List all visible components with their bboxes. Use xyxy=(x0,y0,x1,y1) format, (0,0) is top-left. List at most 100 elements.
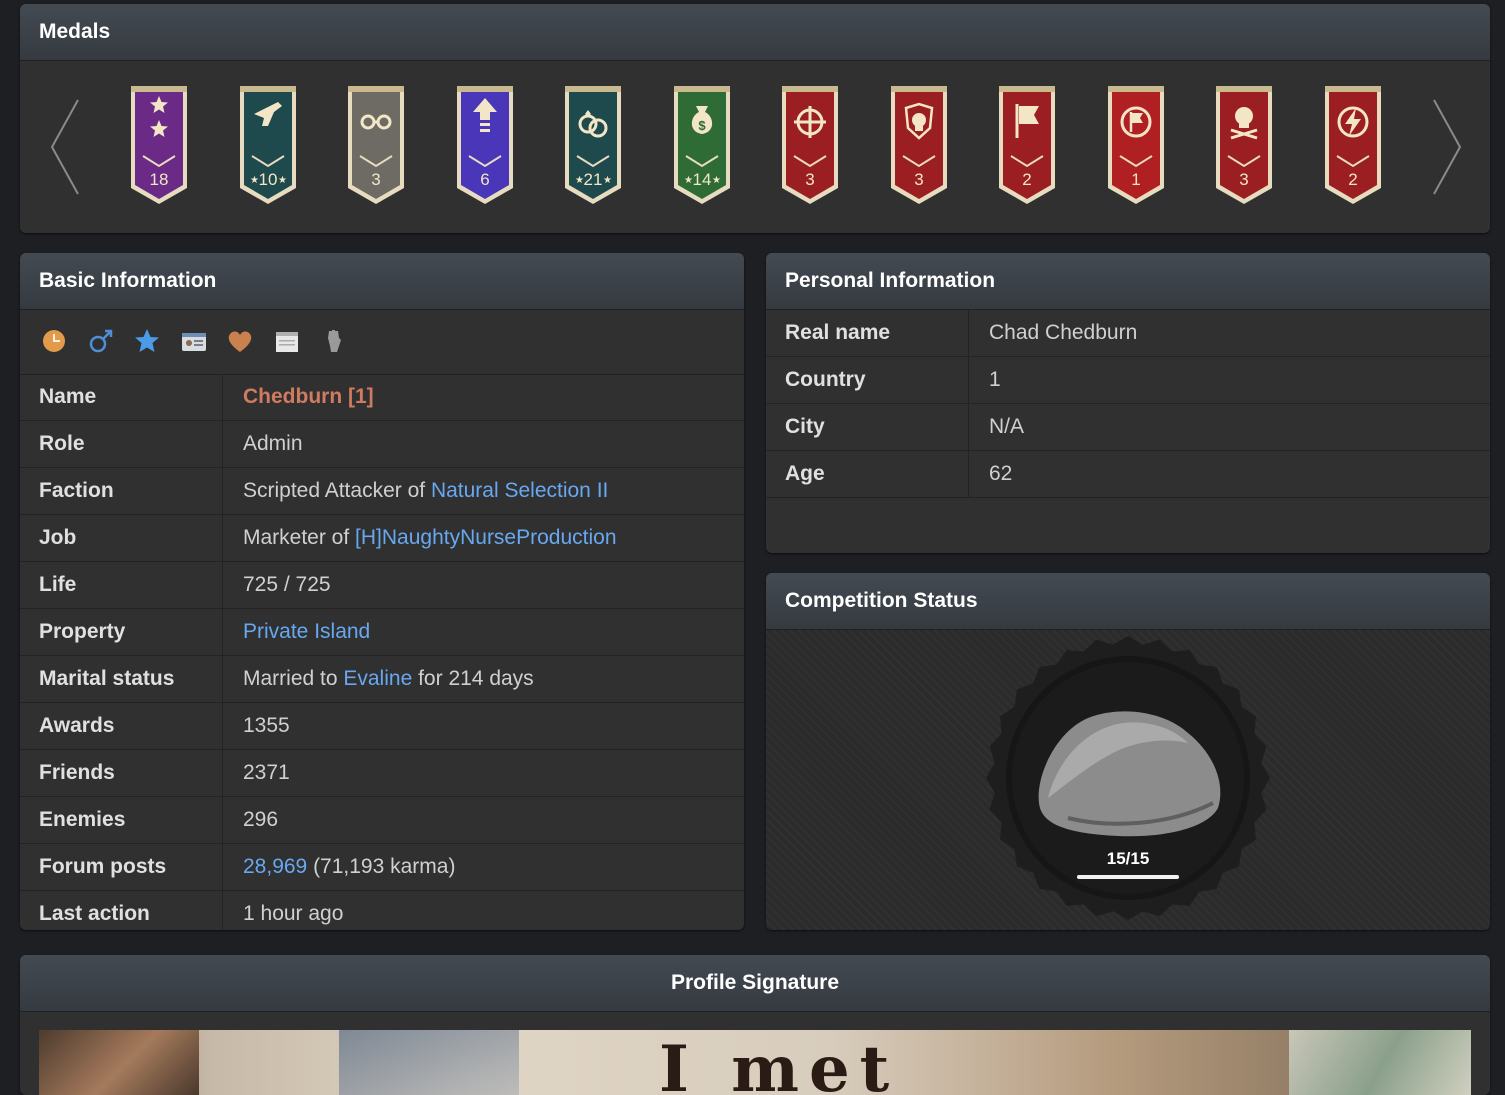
basic-information-table: Name Chedburn [1] Role Admin Faction Scr… xyxy=(20,374,744,930)
table-row-property: Property Private Island xyxy=(20,609,744,656)
medal-count: 3 xyxy=(371,170,380,189)
table-row-faction: Faction Scripted Attacker of Natural Sel… xyxy=(20,468,744,515)
medal-lightning[interactable]: 2 xyxy=(1323,84,1383,206)
basic-information-title: Basic Information xyxy=(20,253,744,310)
medal-flag-circle[interactable]: 1 xyxy=(1106,84,1166,206)
awards-value: 1355 xyxy=(243,714,290,737)
life-value: 725 / 725 xyxy=(243,573,331,596)
competition-body: 15/15 xyxy=(766,630,1490,930)
medal-pirate-flag[interactable]: 2 xyxy=(997,84,1057,206)
medal-skull-crossbones[interactable]: 3 xyxy=(1214,84,1274,206)
table-row-country: Country 1 xyxy=(766,357,1490,404)
personal-information-title: Personal Information xyxy=(766,253,1490,310)
clock-icon[interactable] xyxy=(39,326,69,356)
role-value: Admin xyxy=(243,432,303,455)
table-row-role: Role Admin xyxy=(20,421,744,468)
row-label: Life xyxy=(20,562,223,608)
table-row-awards: Awards 1355 xyxy=(20,703,744,750)
spouse-link[interactable]: Evaline xyxy=(343,667,412,690)
row-label: Faction xyxy=(20,468,223,514)
player-name-link[interactable]: Chedburn [1] xyxy=(243,385,374,408)
table-row-friends: Friends 2371 xyxy=(20,750,744,797)
medal-count: 18 xyxy=(150,170,169,189)
medal-count: 21 xyxy=(584,170,603,189)
personal-information-panel: Personal Information Real name Chad Ched… xyxy=(766,253,1490,553)
row-label: Enemies xyxy=(20,797,223,843)
faction-link[interactable]: Natural Selection II xyxy=(431,479,608,502)
row-label: Age xyxy=(766,451,969,497)
country-value: 1 xyxy=(989,368,1001,391)
table-row-last-action: Last action 1 hour ago xyxy=(20,891,744,930)
medals-panel: Medals 18 ★ ★ 10 3 6 ★ ★ 21 $ ★ ★ 14 3 3 2 1 3 2 xyxy=(20,4,1490,233)
property-link[interactable]: Private Island xyxy=(243,620,370,643)
age-value: 62 xyxy=(989,462,1013,485)
svg-text:★: ★ xyxy=(712,175,721,186)
karma-text: (71,193 karma) xyxy=(307,855,456,878)
medal-crosshair[interactable]: 3 xyxy=(780,84,840,206)
medal-revolver[interactable]: ★ ★ 10 xyxy=(238,84,298,206)
competition-count: 15/15 xyxy=(1107,849,1150,868)
svg-text:★: ★ xyxy=(278,175,287,186)
medal-count: 14 xyxy=(692,170,711,189)
medal-count: 2 xyxy=(1348,170,1357,189)
table-row-name: Name Chedburn [1] xyxy=(20,374,744,421)
city-value: N/A xyxy=(989,415,1025,438)
real-name-value: Chad Chedburn xyxy=(989,321,1138,344)
signature-money xyxy=(1289,1030,1471,1095)
table-row-enemies: Enemies 296 xyxy=(20,797,744,844)
row-label: Country xyxy=(766,357,969,403)
medal-two-stars[interactable]: 18 xyxy=(129,84,189,206)
medal-count: 10 xyxy=(258,170,277,189)
last-action-value: 1 hour ago xyxy=(243,902,344,925)
friends-value: 2371 xyxy=(243,761,290,784)
notepad-icon[interactable] xyxy=(272,326,302,356)
table-row-real-name: Real name Chad Chedburn xyxy=(766,310,1490,357)
medal-handcuffs[interactable]: 3 xyxy=(346,84,406,206)
row-label: Property xyxy=(20,609,223,655)
table-row-marital-status: Marital status Married to Evaline for 21… xyxy=(20,656,744,703)
id-card-icon[interactable] xyxy=(179,326,209,356)
svg-text:$: $ xyxy=(698,118,706,133)
faction-prefix: Scripted Attacker of xyxy=(243,479,431,502)
company-link[interactable]: [H]NaughtyNurseProduction xyxy=(355,526,616,549)
male-icon[interactable] xyxy=(86,326,116,356)
row-label: Marital status xyxy=(20,656,223,702)
medal-skull-shield[interactable]: 3 xyxy=(889,84,949,206)
medal-count: 2 xyxy=(1022,170,1031,189)
svg-text:★: ★ xyxy=(603,175,612,186)
personal-information-table: Real name Chad Chedburn Country 1 City N… xyxy=(766,310,1490,498)
row-label: Last action xyxy=(20,891,223,930)
basic-information-panel: Basic Information Name Chedburn [1] Role… xyxy=(20,253,744,930)
medal-count: 3 xyxy=(805,170,814,189)
medal-count: 3 xyxy=(914,170,923,189)
row-label: City xyxy=(766,404,969,450)
medal-rings[interactable]: ★ ★ 21 xyxy=(563,84,623,206)
medal-money-bag[interactable]: $ ★ ★ 14 xyxy=(672,84,732,206)
row-label: Name xyxy=(20,374,223,420)
fist-icon[interactable] xyxy=(319,326,349,356)
marital-suffix: for 214 days xyxy=(412,667,534,690)
progress-fill xyxy=(1077,875,1179,879)
star-icon[interactable] xyxy=(132,326,162,356)
row-label: Role xyxy=(20,421,223,467)
profile-signature-panel: Profile Signature I met xyxy=(20,955,1490,1095)
forum-posts-link[interactable]: 28,969 xyxy=(243,855,307,878)
medal-up-arrow[interactable]: 6 xyxy=(455,84,515,206)
job-prefix: Marketer of xyxy=(243,526,356,549)
table-row-forum-posts: Forum posts 28,969 (71,193 karma) xyxy=(20,844,744,891)
signature-portrait xyxy=(39,1030,199,1095)
medal-list: 18 ★ ★ 10 3 6 ★ ★ 21 $ ★ ★ 14 3 3 2 1 3 2 xyxy=(20,84,1490,206)
medals-title: Medals xyxy=(20,4,1490,61)
marital-prefix: Married to xyxy=(243,667,344,690)
enemies-value: 296 xyxy=(243,808,279,831)
table-row-age: Age 62 xyxy=(766,451,1490,498)
row-label: Friends xyxy=(20,750,223,796)
medal-count: 1 xyxy=(1131,170,1140,189)
medal-count: 6 xyxy=(480,170,489,189)
heart-icon[interactable] xyxy=(225,326,255,356)
row-label: Awards xyxy=(20,703,223,749)
row-label: Forum posts xyxy=(20,844,223,890)
profile-signature-title: Profile Signature xyxy=(20,955,1490,1012)
competition-status-title: Competition Status xyxy=(766,573,1490,630)
competition-badge: 15/15 xyxy=(986,636,1270,920)
